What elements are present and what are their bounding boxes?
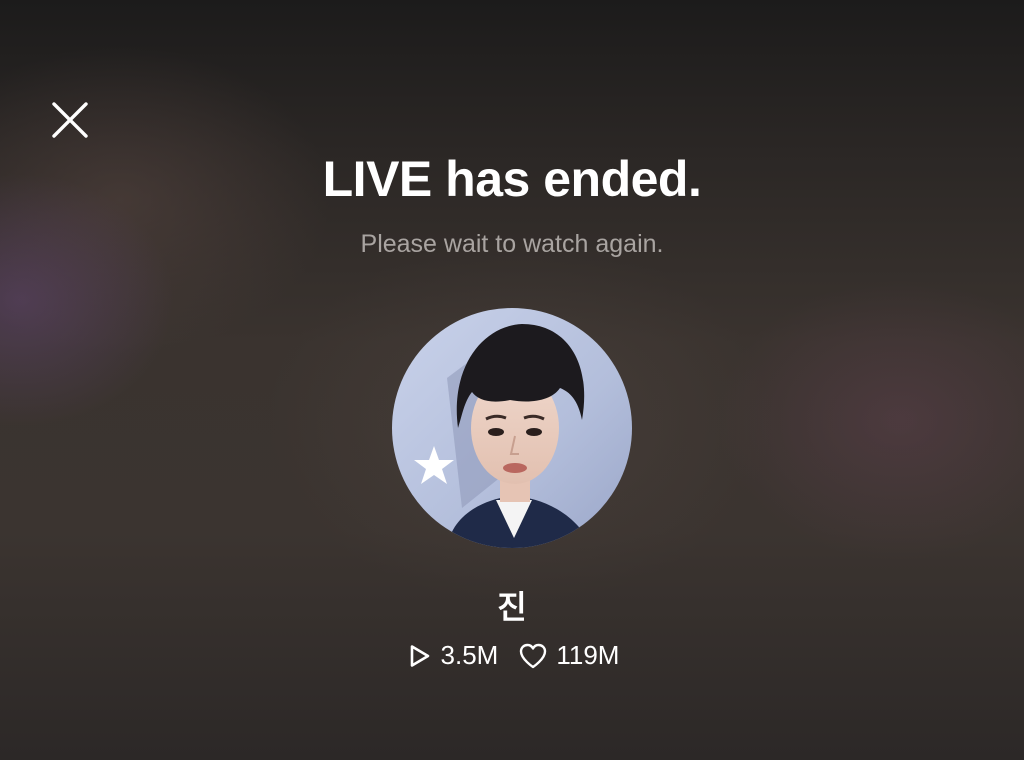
artist-avatar[interactable] — [392, 308, 632, 548]
live-ended-screen: LIVE has ended. Please wait to watch aga… — [0, 0, 1024, 760]
close-icon — [52, 102, 88, 138]
avatar-portrait-image — [392, 308, 632, 548]
heart-icon — [520, 643, 547, 668]
views-count: 3.5M — [440, 640, 499, 670]
artist-name: 진 — [497, 588, 527, 626]
close-button[interactable] — [48, 98, 92, 142]
live-stats: 3.5M 119M — [0, 640, 1024, 671]
likes-count: 119M — [556, 640, 620, 670]
views-stat: 3.5M — [405, 640, 499, 671]
live-ended-title: LIVE has ended. — [322, 151, 702, 207]
play-icon — [410, 644, 429, 667]
likes-stat: 119M — [518, 640, 619, 671]
live-ended-subtitle: Please wait to watch again. — [360, 230, 664, 258]
